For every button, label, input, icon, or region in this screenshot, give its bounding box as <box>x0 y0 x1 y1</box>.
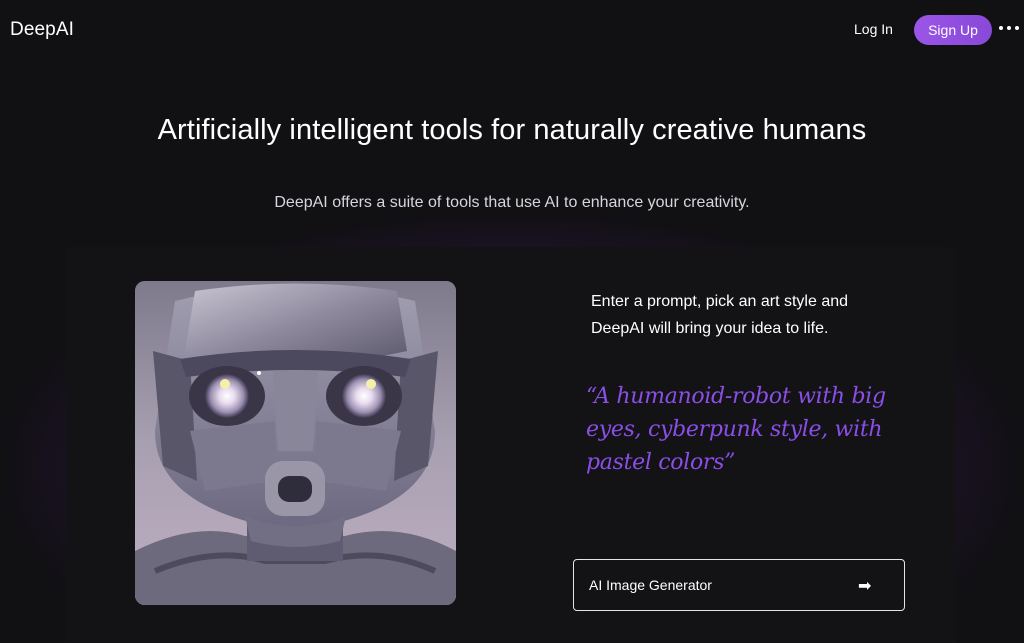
page: DeepAI Log In Sign Up Artificially intel… <box>0 0 1024 643</box>
dot <box>1007 26 1011 30</box>
more-options-icon[interactable] <box>999 18 1019 38</box>
signup-button[interactable]: Sign Up <box>914 15 992 45</box>
ai-image-generator-label: AI Image Generator <box>589 577 712 593</box>
dot <box>1015 26 1019 30</box>
ai-image-generator-button[interactable]: AI Image Generator ➡ <box>573 559 905 611</box>
feature-description: Enter a prompt, pick an art style and De… <box>591 293 849 337</box>
arrow-right-icon: ➡ <box>858 578 872 595</box>
logo[interactable]: DeepAI <box>10 19 74 41</box>
page-subheadline: DeepAI offers a suite of tools that use … <box>274 194 750 211</box>
login-link[interactable]: Log In <box>854 21 893 37</box>
robot-artwork-image <box>135 281 456 605</box>
prompt-example-quote: “A humanoid-robot with big eyes, cyberpu… <box>586 384 886 475</box>
dot <box>999 26 1003 30</box>
page-headline: Artificially intelligent tools for natur… <box>157 114 867 146</box>
